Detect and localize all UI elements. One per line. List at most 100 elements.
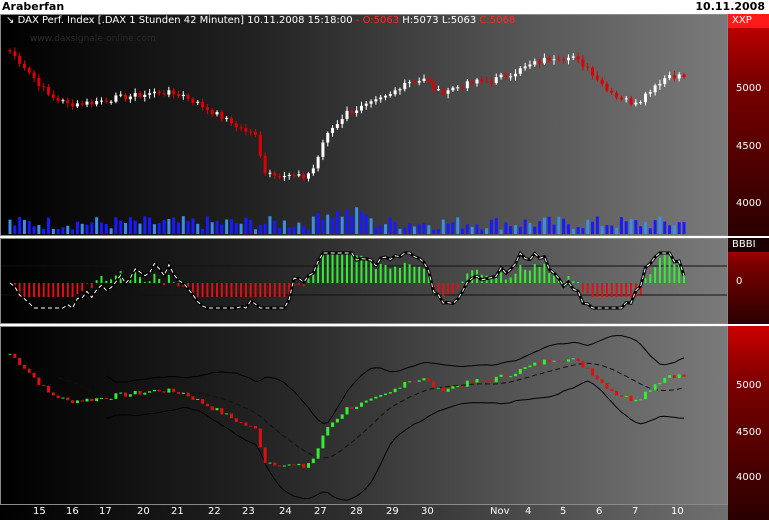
bands-candle <box>258 428 262 448</box>
bands-candle <box>152 389 156 392</box>
volume-bar <box>610 225 614 234</box>
candle-body <box>143 94 147 97</box>
candle-body <box>388 94 392 96</box>
candle-body <box>677 74 681 79</box>
candle-body <box>494 77 498 84</box>
volume-bar <box>56 229 60 234</box>
volume-bar <box>595 216 599 234</box>
bands-candle <box>388 392 392 394</box>
candle-body <box>32 72 36 78</box>
volume-bar <box>75 221 79 234</box>
bands-candle <box>668 375 672 378</box>
volume-bar <box>71 229 75 234</box>
bands-candle <box>591 368 595 376</box>
volume-bar <box>143 216 147 234</box>
volume-bar <box>148 217 152 234</box>
volume-bar <box>436 229 440 234</box>
bands-candle <box>355 406 359 409</box>
bands-candle <box>278 465 282 467</box>
volume-bar <box>542 217 546 234</box>
candle-body <box>263 155 267 174</box>
candle-body <box>128 96 132 100</box>
candle-body <box>99 100 103 102</box>
candle-body <box>581 59 585 67</box>
volume-bar <box>408 223 412 234</box>
candle-body <box>384 95 388 98</box>
bands-candle <box>42 385 46 387</box>
volume-bar <box>682 222 686 234</box>
bands-candle <box>249 425 253 427</box>
candle-body <box>225 117 229 120</box>
volume-bar <box>177 222 180 234</box>
bands-candle <box>201 398 205 404</box>
bands-candle <box>302 463 306 468</box>
bands-candle <box>538 362 542 365</box>
bands-candle <box>648 390 652 392</box>
candle-body <box>157 91 161 94</box>
chart-window: Araberfan 10.11.2008 ↘ DAX Perf. Index [… <box>0 0 769 520</box>
candle-body <box>292 174 296 176</box>
candle-body <box>331 128 335 134</box>
volume-bar <box>465 224 469 234</box>
candle-body <box>80 103 84 105</box>
volume-bar <box>254 229 258 234</box>
candle-body <box>37 77 41 87</box>
bands-candle <box>297 463 301 466</box>
bands-candle <box>282 465 286 467</box>
volume-bar <box>157 223 161 234</box>
candle-body <box>682 74 686 78</box>
volume-bar <box>393 222 397 234</box>
bands-candle <box>32 372 36 378</box>
bands-candle <box>562 360 566 362</box>
bands-candle <box>167 388 171 393</box>
bands-candle <box>172 388 176 393</box>
candle-body <box>547 57 551 61</box>
bands-candle <box>104 397 108 399</box>
candle-body <box>249 131 253 133</box>
candle-body <box>167 90 171 95</box>
bands-candle <box>624 395 628 397</box>
candle-body <box>234 123 238 128</box>
candle-body <box>13 51 17 56</box>
volume-bar <box>456 217 460 234</box>
volume-bar <box>138 223 142 234</box>
candle-body <box>432 82 436 90</box>
candle-body <box>369 101 373 104</box>
volume-bar <box>470 226 474 234</box>
bands-candle <box>18 357 22 365</box>
volume-bar <box>210 222 214 234</box>
volume-bar <box>128 217 132 234</box>
candle-body <box>316 156 320 169</box>
candle-body <box>523 66 527 69</box>
bands-candle <box>581 360 585 368</box>
candle-body <box>104 100 108 102</box>
candle-body <box>663 78 667 84</box>
candle-body <box>177 94 180 97</box>
bands-candle <box>576 358 580 361</box>
volume-bar <box>215 220 219 234</box>
candle-body <box>297 174 301 176</box>
volume-bar <box>8 219 12 234</box>
candle-body <box>619 97 623 100</box>
bands-candle <box>215 408 219 411</box>
volume-bar <box>552 224 556 234</box>
bands-candle <box>331 422 335 427</box>
volume-bar <box>658 216 662 234</box>
bands-candle <box>254 425 258 429</box>
volume-bar <box>557 216 561 234</box>
bands-candle <box>148 391 152 393</box>
bands-candle <box>128 394 132 397</box>
bands-candle <box>225 413 229 415</box>
bands-candle <box>528 365 532 368</box>
candle-body <box>66 100 70 104</box>
candle-body <box>210 109 214 115</box>
volume-bar <box>412 226 416 234</box>
bands-candle <box>417 380 421 382</box>
volume-bar <box>47 217 51 234</box>
candle-body <box>528 64 532 67</box>
bands-candle <box>499 374 503 377</box>
candle-body <box>562 59 566 61</box>
volume-bar <box>489 219 493 234</box>
volume-bar <box>388 217 392 234</box>
candle-body <box>480 79 484 81</box>
